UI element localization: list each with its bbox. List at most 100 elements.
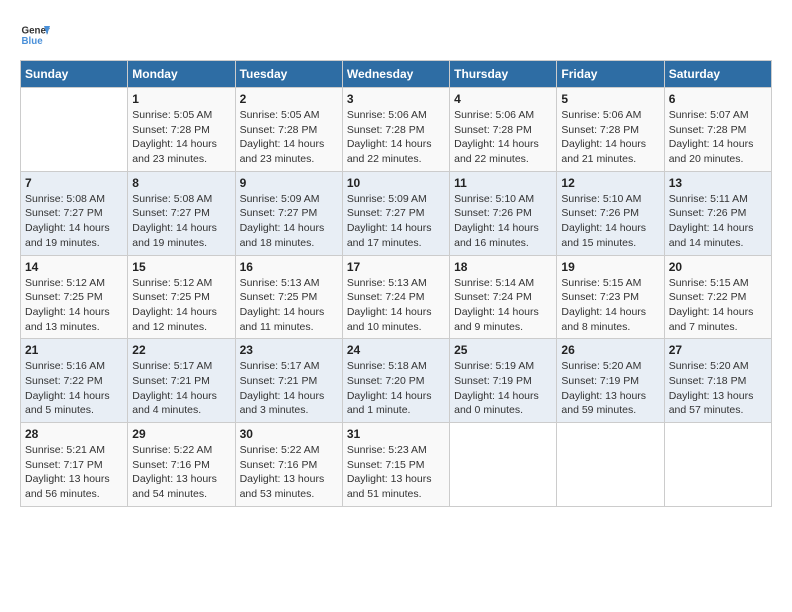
svg-text:Blue: Blue	[22, 36, 44, 47]
calendar-cell: 17Sunrise: 5:13 AM Sunset: 7:24 PM Dayli…	[342, 255, 449, 339]
day-number: 3	[347, 92, 445, 106]
day-info: Sunrise: 5:13 AM Sunset: 7:25 PM Dayligh…	[240, 276, 338, 335]
day-info: Sunrise: 5:10 AM Sunset: 7:26 PM Dayligh…	[454, 192, 552, 251]
calendar-cell: 9Sunrise: 5:09 AM Sunset: 7:27 PM Daylig…	[235, 171, 342, 255]
day-number: 19	[561, 260, 659, 274]
day-info: Sunrise: 5:21 AM Sunset: 7:17 PM Dayligh…	[25, 443, 123, 502]
day-number: 7	[25, 176, 123, 190]
week-row-4: 21 Sunrise: 5:16 AM Sunset: 7:22 PM Dayli…	[21, 339, 772, 423]
calendar-cell: 23 Sunrise: 5:17 AM Sunset: 7:21 PM Dayli…	[235, 339, 342, 423]
calendar-cell: 20 Sunrise: 5:15 AM Sunset: 7:22 PM Dayli…	[664, 255, 771, 339]
day-number: 15	[132, 260, 230, 274]
calendar-cell: 10Sunrise: 5:09 AM Sunset: 7:27 PM Dayli…	[342, 171, 449, 255]
day-info: Sunrise: 5:15 AM Sunset: 7:22 PM Dayligh…	[669, 276, 767, 335]
day-info: Sunrise: 5:14 AM Sunset: 7:24 PM Dayligh…	[454, 276, 552, 335]
calendar-cell: 31 Sunrise: 5:23 AM Sunset: 7:15 PM Dayli…	[342, 423, 449, 507]
calendar-cell: 24 Sunrise: 5:18 AM Sunset: 7:20 PM Dayli…	[342, 339, 449, 423]
week-row-1: 1Sunrise: 5:05 AM Sunset: 7:28 PM Daylig…	[21, 88, 772, 172]
day-info: Sunrise: 5:16 AM Sunset: 7:22 PM Dayligh…	[25, 359, 123, 418]
calendar-cell: 19 Sunrise: 5:15 AM Sunset: 7:23 PM Dayli…	[557, 255, 664, 339]
calendar-cell: 2 Sunrise: 5:05 AM Sunset: 7:28 PM Daylig…	[235, 88, 342, 172]
calendar-cell: 28 Sunrise: 5:21 AM Sunset: 7:17 PM Dayli…	[21, 423, 128, 507]
logo: General Blue	[20, 20, 50, 50]
day-number: 24	[347, 343, 445, 357]
day-info: Sunrise: 5:13 AM Sunset: 7:24 PM Dayligh…	[347, 276, 445, 335]
day-number: 27	[669, 343, 767, 357]
day-number: 25	[454, 343, 552, 357]
weekday-header-friday: Friday	[557, 61, 664, 88]
day-number: 4	[454, 92, 552, 106]
day-info: Sunrise: 5:17 AM Sunset: 7:21 PM Dayligh…	[240, 359, 338, 418]
weekday-header-row: SundayMondayTuesdayWednesdayThursdayFrid…	[21, 61, 772, 88]
week-row-2: 7 Sunrise: 5:08 AM Sunset: 7:27 PM Daylig…	[21, 171, 772, 255]
day-number: 20	[669, 260, 767, 274]
calendar-table: SundayMondayTuesdayWednesdayThursdayFrid…	[20, 60, 772, 507]
week-row-3: 14 Sunrise: 5:12 AM Sunset: 7:25 PM Dayli…	[21, 255, 772, 339]
day-info: Sunrise: 5:23 AM Sunset: 7:15 PM Dayligh…	[347, 443, 445, 502]
day-number: 5	[561, 92, 659, 106]
day-number: 29	[132, 427, 230, 441]
logo-icon: General Blue	[20, 20, 50, 50]
calendar-cell: 25 Sunrise: 5:19 AM Sunset: 7:19 PM Dayli…	[450, 339, 557, 423]
day-info: Sunrise: 5:12 AM Sunset: 7:25 PM Dayligh…	[132, 276, 230, 335]
day-info: Sunrise: 5:15 AM Sunset: 7:23 PM Dayligh…	[561, 276, 659, 335]
day-number: 13	[669, 176, 767, 190]
weekday-header-monday: Monday	[128, 61, 235, 88]
day-number: 6	[669, 92, 767, 106]
calendar-cell: 6Sunrise: 5:07 AM Sunset: 7:28 PM Daylig…	[664, 88, 771, 172]
day-number: 12	[561, 176, 659, 190]
calendar-cell: 4 Sunrise: 5:06 AM Sunset: 7:28 PM Daylig…	[450, 88, 557, 172]
day-number: 30	[240, 427, 338, 441]
calendar-cell	[21, 88, 128, 172]
week-row-5: 28 Sunrise: 5:21 AM Sunset: 7:17 PM Dayli…	[21, 423, 772, 507]
calendar-cell: 21 Sunrise: 5:16 AM Sunset: 7:22 PM Dayli…	[21, 339, 128, 423]
day-info: Sunrise: 5:08 AM Sunset: 7:27 PM Dayligh…	[132, 192, 230, 251]
day-number: 14	[25, 260, 123, 274]
day-info: Sunrise: 5:05 AM Sunset: 7:28 PM Dayligh…	[132, 108, 230, 167]
weekday-header-sunday: Sunday	[21, 61, 128, 88]
calendar-cell: 7 Sunrise: 5:08 AM Sunset: 7:27 PM Daylig…	[21, 171, 128, 255]
day-info: Sunrise: 5:20 AM Sunset: 7:18 PM Dayligh…	[669, 359, 767, 418]
day-info: Sunrise: 5:10 AM Sunset: 7:26 PM Dayligh…	[561, 192, 659, 251]
day-number: 21	[25, 343, 123, 357]
calendar-cell: 1Sunrise: 5:05 AM Sunset: 7:28 PM Daylig…	[128, 88, 235, 172]
calendar-cell: 3Sunrise: 5:06 AM Sunset: 7:28 PM Daylig…	[342, 88, 449, 172]
day-number: 11	[454, 176, 552, 190]
weekday-header-tuesday: Tuesday	[235, 61, 342, 88]
day-info: Sunrise: 5:20 AM Sunset: 7:19 PM Dayligh…	[561, 359, 659, 418]
day-info: Sunrise: 5:12 AM Sunset: 7:25 PM Dayligh…	[25, 276, 123, 335]
calendar-cell	[557, 423, 664, 507]
calendar-cell: 15 Sunrise: 5:12 AM Sunset: 7:25 PM Dayli…	[128, 255, 235, 339]
calendar-cell: 13 Sunrise: 5:11 AM Sunset: 7:26 PM Dayli…	[664, 171, 771, 255]
calendar-cell: 11 Sunrise: 5:10 AM Sunset: 7:26 PM Dayli…	[450, 171, 557, 255]
day-number: 26	[561, 343, 659, 357]
day-number: 2	[240, 92, 338, 106]
weekday-header-thursday: Thursday	[450, 61, 557, 88]
calendar-cell: 29 Sunrise: 5:22 AM Sunset: 7:16 PM Dayli…	[128, 423, 235, 507]
day-info: Sunrise: 5:22 AM Sunset: 7:16 PM Dayligh…	[240, 443, 338, 502]
day-info: Sunrise: 5:06 AM Sunset: 7:28 PM Dayligh…	[561, 108, 659, 167]
day-number: 18	[454, 260, 552, 274]
day-number: 28	[25, 427, 123, 441]
calendar-cell: 8 Sunrise: 5:08 AM Sunset: 7:27 PM Daylig…	[128, 171, 235, 255]
day-number: 10	[347, 176, 445, 190]
day-info: Sunrise: 5:11 AM Sunset: 7:26 PM Dayligh…	[669, 192, 767, 251]
day-info: Sunrise: 5:06 AM Sunset: 7:28 PM Dayligh…	[454, 108, 552, 167]
calendar-cell: 26 Sunrise: 5:20 AM Sunset: 7:19 PM Dayli…	[557, 339, 664, 423]
calendar-cell	[664, 423, 771, 507]
day-info: Sunrise: 5:08 AM Sunset: 7:27 PM Dayligh…	[25, 192, 123, 251]
day-info: Sunrise: 5:05 AM Sunset: 7:28 PM Dayligh…	[240, 108, 338, 167]
page-header: General Blue	[20, 20, 772, 50]
day-number: 31	[347, 427, 445, 441]
day-info: Sunrise: 5:18 AM Sunset: 7:20 PM Dayligh…	[347, 359, 445, 418]
calendar-cell: 12 Sunrise: 5:10 AM Sunset: 7:26 PM Dayli…	[557, 171, 664, 255]
weekday-header-wednesday: Wednesday	[342, 61, 449, 88]
day-info: Sunrise: 5:19 AM Sunset: 7:19 PM Dayligh…	[454, 359, 552, 418]
day-number: 23	[240, 343, 338, 357]
calendar-cell: 16Sunrise: 5:13 AM Sunset: 7:25 PM Dayli…	[235, 255, 342, 339]
day-number: 8	[132, 176, 230, 190]
day-info: Sunrise: 5:22 AM Sunset: 7:16 PM Dayligh…	[132, 443, 230, 502]
calendar-cell	[450, 423, 557, 507]
weekday-header-saturday: Saturday	[664, 61, 771, 88]
calendar-cell: 30 Sunrise: 5:22 AM Sunset: 7:16 PM Dayli…	[235, 423, 342, 507]
